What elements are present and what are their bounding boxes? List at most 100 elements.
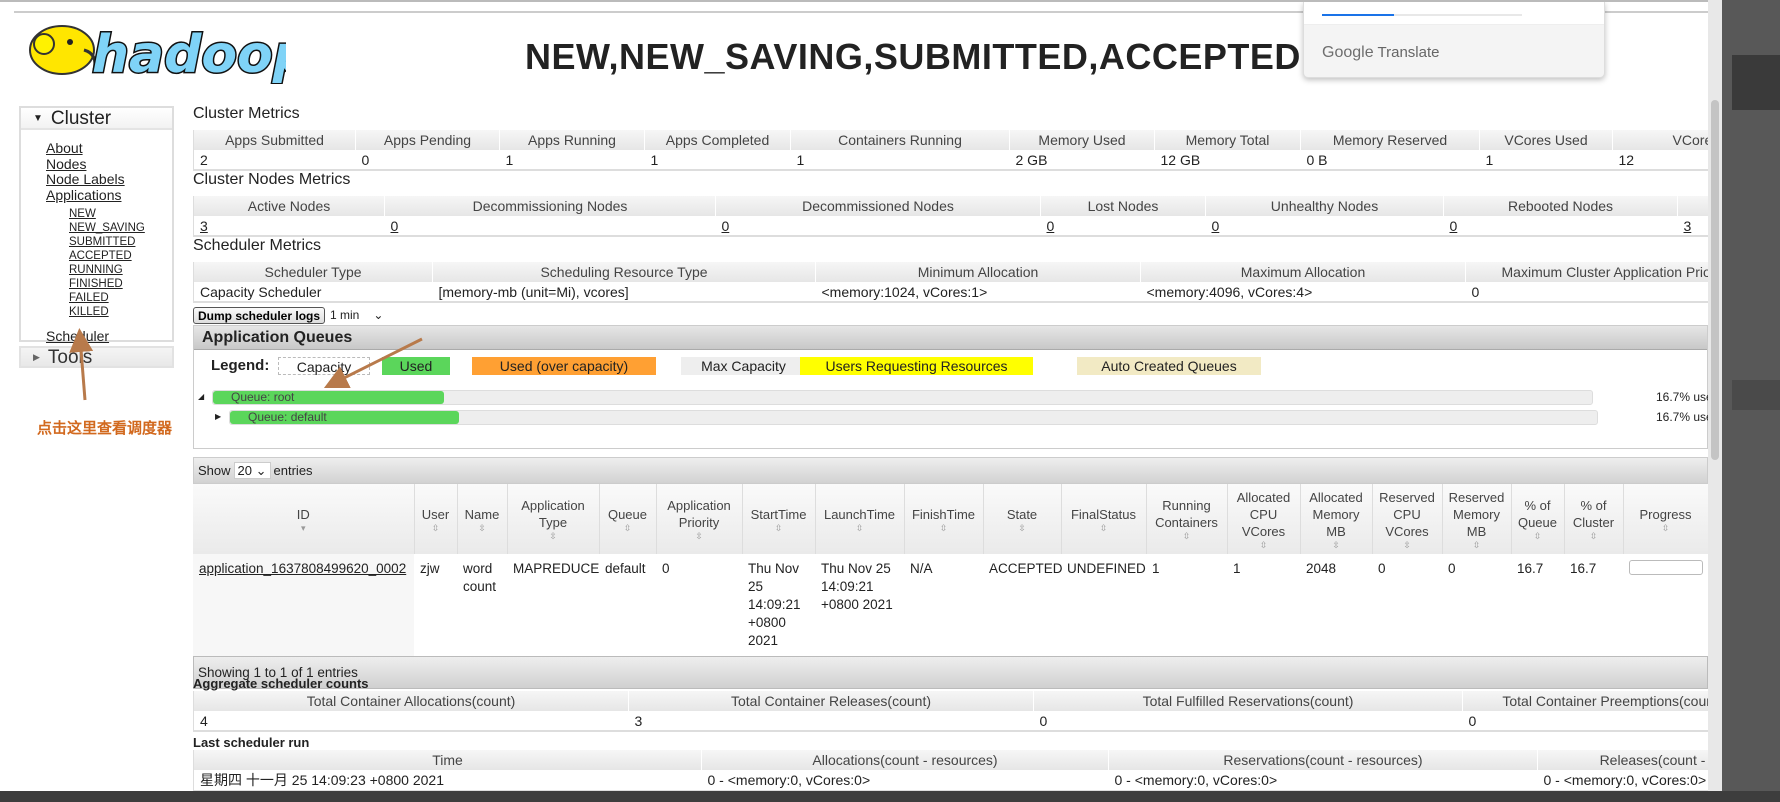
cell-value[interactable]: 0 [391,218,399,234]
cell-decommissioning-nodes[interactable]: 0 [384,216,716,237]
cell-total-container-preemptions-count: 0 [1462,711,1708,732]
applications-table: ID ▾ User ⇳ Name ⇳ Application Type ⇳ Queue ⇳ Appl… [193,484,1708,656]
sort-header-starttime[interactable]: StartTime ⇳ [742,484,816,554]
sort-icon: ⇳ [939,522,948,533]
cell-value: <memory:1024, vCores:1> [821,283,988,300]
cell-col[interactable]: 3 [1677,216,1708,237]
sidebar-link-accepted[interactable]: ACCEPTED [69,249,172,263]
sort-header-state[interactable]: State ⇳ [983,484,1062,554]
table-row: 201112 GB 12 GB 0 B 1 12 [193,150,1708,171]
cell-apps-submitted: 2 [193,150,356,171]
sidebar-link-finished[interactable]: FINISHED [69,277,172,291]
cell-maximum-allocation: <memory:4096, vCores:4> [1140,282,1466,303]
sort-icon: ⇳ [1472,539,1481,550]
expand-icon[interactable]: ▶ [215,412,221,421]
header-memory-reserved: Memory Reserved [1300,130,1480,150]
sort-header-queue[interactable]: Queue ⇳ [599,484,657,554]
cell-value: 0 B [1306,151,1328,168]
cell-value: 0 [361,151,370,168]
scrollbar[interactable] [1708,0,1722,791]
queue-bar-queue-root[interactable]: Queue: root [212,390,1593,405]
dump-interval-select[interactable]: 1 min ⌄ [330,307,383,324]
cell-value[interactable]: 3 [200,218,208,234]
cell-apps-pending: 0 [355,150,500,171]
cell-unhealthy-nodes[interactable]: 0 [1205,216,1444,237]
sort-icon: ⇳ [1661,522,1670,533]
cell-rebooted-nodes[interactable]: 0 [1443,216,1678,237]
application-id-link[interactable]: application_1637808499620_0002 [199,561,406,576]
sidebar-link-new-saving[interactable]: NEW_SAVING [69,221,172,235]
cell-value: 2048 [1306,561,1337,576]
cell-value: 1 [1485,151,1494,168]
sort-header-reserved-cpu-vcores[interactable]: Reserved CPU VCores ⇳ [1372,484,1443,554]
sort-header-progress[interactable]: Progress ⇳ [1623,484,1708,554]
cell-value[interactable]: 0 [1047,218,1055,234]
translate-tabs[interactable] [1304,2,1604,25]
sort-header-finishtime[interactable]: FinishTime ⇳ [904,484,984,554]
cell-value: 12 [1618,151,1635,168]
aggregate-title: Aggregate scheduler counts [193,676,369,691]
sort-icon: ⇳ [1403,539,1411,550]
cell-minimum-allocation: <memory:1024, vCores:1> [815,282,1141,303]
cell-value[interactable]: 0 [722,218,730,234]
tools-toggle[interactable]: ▶ Tools [19,346,174,368]
sidebar-link-failed[interactable]: FAILED [69,291,172,305]
sort-header-of-cluster[interactable]: % of Cluster ⇳ [1564,484,1624,554]
application-queues-title: Application Queues [194,326,1707,350]
sort-header-allocated-memory-mb[interactable]: Allocated Memory MB ⇳ [1300,484,1373,554]
dump-scheduler-logs-button[interactable]: Dump scheduler logs [193,307,326,324]
header-apps-completed: Apps Completed [644,130,791,150]
cluster-toggle[interactable]: ▼ Cluster [21,108,172,130]
sidebar-link-about[interactable]: About [46,140,172,157]
entries-select[interactable]: 20 ⌄ [233,462,271,479]
legend-max-capacity: Max Capacity [681,357,806,375]
svg-text:hadoop: hadoop [92,25,286,84]
cell-value: 3 [634,712,643,729]
sidebar-link-killed[interactable]: KILLED [69,305,172,319]
sidebar-link-node-labels[interactable]: Node Labels [46,171,172,188]
sidebar-link-submitted[interactable]: SUBMITTED [69,235,172,249]
dump-interval-value: 1 min [330,308,360,322]
sort-header-launchtime[interactable]: LaunchTime ⇳ [815,484,905,554]
sort-header-running-containers[interactable]: Running Containers ⇳ [1146,484,1228,554]
cell-id[interactable]: application_1637808499620_0002 [193,554,414,656]
cell-value[interactable]: 0 [1450,218,1458,234]
cell-value: 1 [505,151,514,168]
header-label: Progress [1639,506,1692,522]
sort-icon: ⇳ [855,522,864,533]
sort-header-finalstatus[interactable]: FinalStatus ⇳ [1061,484,1147,554]
sidebar-link-applications[interactable]: Applications [46,187,172,204]
cell-active-nodes[interactable]: 3 [193,216,385,237]
header-apps-pending: Apps Pending [355,130,500,150]
sort-header-user[interactable]: User ⇳ [414,484,458,554]
header-containers-running: Containers Running [790,130,1010,150]
sort-icon: ⇳ [1018,522,1026,533]
sort-header-id[interactable]: ID ▾ [193,484,415,554]
sort-icon: ⇳ [431,522,440,533]
sort-header-reserved-memory-mb[interactable]: Reserved Memory MB ⇳ [1442,484,1512,554]
cell-reservations-count-resources: 0 - <memory:0, vCores:0> [1108,770,1538,791]
cell-lost-nodes[interactable]: 0 [1040,216,1206,237]
header-label: Application Priority [667,498,731,530]
sidebar-link-nodes[interactable]: Nodes [46,156,172,173]
cell-progress [1623,554,1708,656]
sort-header-application-type[interactable]: Application Type ⇳ [507,484,600,554]
cell-scheduler-type: Capacity Scheduler [193,282,433,303]
sort-header-of-queue[interactable]: % of Queue ⇳ [1511,484,1565,554]
sort-header-allocated-cpu-vcores[interactable]: Allocated CPU VCores ⇳ [1227,484,1301,554]
cell-total-container-releases-count: 3 [628,711,1034,732]
collapse-icon[interactable]: ◢ [198,392,204,401]
sidebar-link-scheduler[interactable]: Scheduler [46,328,172,345]
sidebar-link-running[interactable]: RUNNING [69,263,172,277]
sort-header-name[interactable]: Name ⇳ [457,484,508,554]
cell-of-queue: 16.7 [1511,554,1564,656]
cell-decommissioned-nodes[interactable]: 0 [715,216,1041,237]
sort-header-application-priority[interactable]: Application Priority ⇳ [656,484,743,554]
cell-value[interactable]: 0 [1212,218,1220,234]
queue-bar-queue-default[interactable]: Queue: default [229,410,1598,425]
header-rebooted-nodes: Rebooted Nodes [1443,196,1678,216]
cell-value[interactable]: 3 [1684,218,1692,234]
sort-icon: ⇳ [1533,531,1542,541]
entries-label: entries [273,463,313,478]
sidebar-link-new[interactable]: NEW [69,207,172,221]
